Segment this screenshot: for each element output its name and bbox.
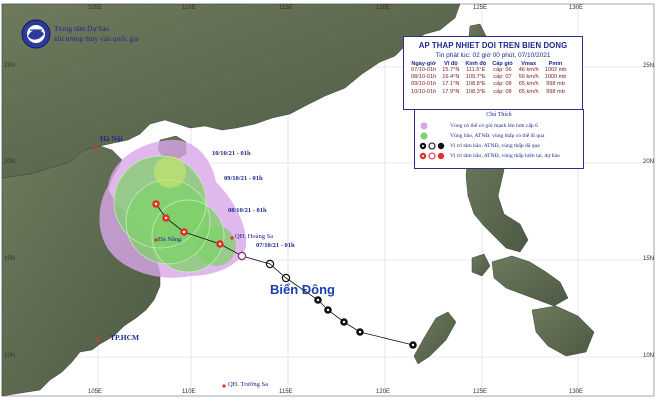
agency-line1: Trung tâm Dự báo (54, 24, 110, 33)
lat-tick: 10N (4, 353, 16, 359)
legend-text: Vị trí tâm bão, ATNĐ, vùng thấp đã qua (450, 143, 540, 149)
forecast-storm-icon (216, 240, 224, 248)
forecast-storm-icon (162, 214, 170, 222)
agency-line2: khí tượng thủy văn quốc gia (54, 34, 139, 43)
label-ha-noi: Hà Nội (100, 134, 123, 143)
forecast-info-box: AP THAP NHIET DOI TREN BIEN DONG Tin phá… (403, 36, 583, 110)
agency-logo (21, 19, 51, 49)
cell: 17.1°N (442, 81, 460, 88)
forecast-storm-icon (180, 228, 188, 236)
ha-noi-marker (94, 146, 98, 150)
lat-tick: 20N (643, 159, 655, 165)
past-storm-icon (324, 306, 332, 314)
lon-tick: 105E (88, 5, 103, 11)
legend-item: Vùng có thể có gió mạnh lên hơn cấp 6 (419, 122, 538, 130)
cell: cấp: 08 (493, 81, 512, 88)
table-row: 08/10-01h 16.4°N 109.7°E cấp: 07 56 km/h… (408, 74, 569, 81)
past-low-icon (237, 251, 247, 261)
lon-tick: 115E (279, 389, 293, 395)
lon-tick: 105E (88, 389, 103, 395)
table-row: 10/10-01h 17.9°N 108.3°E cấp: 08 65 km/h… (408, 89, 569, 96)
cell: 998 mb (546, 81, 565, 88)
map-legend: Chú Thích Vùng có thể có gió mạnh lên hơ… (414, 109, 584, 169)
label-bien-dong: Biển Đông (270, 282, 335, 297)
legend-title: Chú Thích (486, 112, 512, 118)
cell: 65 km/h (518, 81, 539, 88)
lat-tick: 10N (643, 353, 655, 359)
lat-tick: 15N (643, 256, 655, 262)
cell: 108.3°E (465, 88, 486, 95)
truong-sa-marker (222, 384, 226, 388)
legend-text: Vùng có thể có gió mạnh lên hơn cấp 6 (450, 123, 538, 129)
cell: 10/10-01h (411, 88, 437, 95)
past-storm-icon (356, 328, 364, 336)
cell: 65 km/h (518, 88, 539, 95)
green-circle-icon (420, 132, 428, 140)
cell: cấp: 06 (493, 67, 512, 73)
cell: 46 km/h (518, 67, 539, 73)
cell: 56 km/h (518, 74, 539, 81)
cell: 09/10-01h (411, 81, 437, 88)
lat-tick: 20N (4, 159, 16, 165)
red-storm-icons (419, 152, 445, 160)
legend-item: Vùng bão, ATNĐ, vùng thấp có thể đi qua (419, 132, 544, 140)
lon-tick: 110E (182, 5, 196, 11)
label-truong-sa: QĐ. Trường Sa (228, 381, 269, 388)
lon-tick: 130E (569, 5, 584, 11)
cell: cấp: 08 (493, 88, 512, 95)
lon-tick: 125E (473, 389, 488, 395)
cell: 1002 mb (544, 67, 567, 73)
cell: 1000 mb (544, 74, 567, 81)
forecast-table: Ngày-giờ Vĩ độ Kinh độ Cấp gió Vmax Pmin… (408, 61, 569, 96)
forecast-inner-zone (154, 156, 186, 188)
lat-tick: 25N (643, 63, 655, 69)
tp-hcm-marker (96, 338, 100, 342)
lon-tick: 120E (376, 389, 391, 395)
table-row: 09/10-01h 17.1°N 108.8°E cấp: 08 65 km/h… (408, 81, 569, 88)
cell: 111.5°E (466, 67, 486, 73)
cell: 08/10-01h (411, 74, 437, 81)
cell: 998 mb (546, 88, 565, 95)
cell: 15.7°N (442, 67, 460, 73)
label-tp-hcm: TP.HCM (110, 333, 140, 342)
lon-tick: 130E (569, 389, 584, 395)
cell: 16.4°N (442, 74, 460, 81)
black-storm-icons (419, 142, 445, 150)
past-storm-icon (340, 318, 348, 326)
lon-tick: 110E (182, 389, 196, 395)
info-title: AP THAP NHIET DOI TREN BIEN DONG (418, 41, 568, 50)
cell: cấp: 07 (493, 74, 512, 81)
weather-map-screen: 105E 110E 115E 120E 125E 130E 105E 110E … (0, 0, 660, 401)
agency-name: Trung tâm Dự báo khí tượng thủy văn quốc… (54, 24, 138, 44)
cell: 108.8°E (465, 81, 486, 88)
info-issued: Tin phát lúc: 02 giờ 00 phút, 07/10/2021 (435, 52, 551, 59)
forecast-label-07-10: 07/10/21 - 01h (256, 242, 295, 249)
past-storm-icon (314, 296, 322, 304)
hoang-sa-marker (230, 236, 234, 240)
purple-circle-icon (420, 122, 428, 130)
forecast-label-09-10: 09/10/21 - 01h (224, 175, 263, 182)
lon-tick: 115E (279, 5, 293, 11)
lon-tick: 125E (473, 5, 488, 11)
legend-item: Vị trí tâm bão, ATNĐ, vùng thấp hiện tại… (419, 152, 560, 160)
cell: 109.7°E (465, 74, 486, 81)
table-row: 07/10-01h 15.7°N 111.5°E cấp: 06 46 km/h… (408, 67, 569, 74)
forecast-label-10-10: 10/10/21 - 01h (212, 150, 251, 157)
label-da-nang: Đà Nẵng (158, 236, 182, 243)
lon-tick: 120E (376, 5, 391, 11)
legend-item: Vị trí tâm bão, ATNĐ, vùng thấp đã qua (419, 142, 540, 150)
forecast-label-08-10: 08/10/21 - 01h (228, 207, 267, 214)
forecast-storm-icon (152, 200, 160, 208)
cell: 17.9°N (442, 88, 460, 95)
cell: 07/10-01h (411, 67, 437, 73)
legend-text: Vùng bão, ATNĐ, vùng thấp có thể đi qua (450, 133, 545, 139)
label-hoang-sa: QĐ. Hoàng Sa (235, 233, 274, 240)
lat-tick: 15N (4, 256, 16, 262)
past-storm-icon (409, 341, 417, 349)
legend-text: Vị trí tâm bão, ATNĐ, vùng thấp hiện tại… (450, 153, 560, 159)
lat-tick: 25N (4, 63, 16, 69)
